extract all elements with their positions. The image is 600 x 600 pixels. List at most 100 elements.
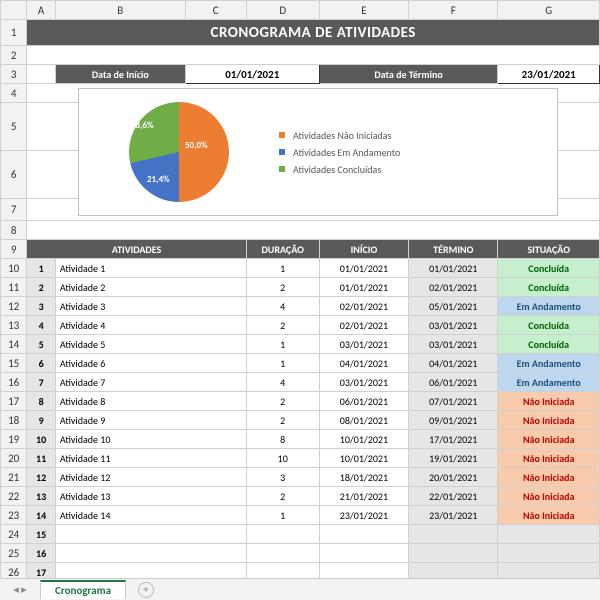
status-cell[interactable]: Não Iniciada — [498, 487, 600, 506]
row-header[interactable]: 15 — [1, 354, 27, 373]
activity-index[interactable]: 12 — [27, 468, 55, 487]
duration-cell[interactable]: 2 — [246, 316, 319, 335]
duration-cell[interactable]: 4 — [246, 373, 319, 392]
status-cell[interactable]: Concluída — [498, 316, 600, 335]
empty-cell[interactable] — [319, 525, 408, 544]
column-header[interactable]: E — [319, 1, 408, 20]
status-cell[interactable]: Não Iniciada — [498, 392, 600, 411]
start-cell[interactable]: 01/01/2021 — [319, 278, 408, 297]
row-header[interactable]: 12 — [1, 297, 27, 316]
end-cell[interactable]: 02/01/2021 — [409, 278, 498, 297]
duration-cell[interactable]: 2 — [246, 411, 319, 430]
start-cell[interactable]: 23/01/2021 — [319, 506, 408, 525]
table-row[interactable]: 112Atividade 2201/01/202102/01/2021Concl… — [1, 278, 600, 297]
row-header[interactable]: 25 — [1, 544, 27, 563]
start-cell[interactable]: 01/01/2021 — [319, 259, 408, 278]
end-cell[interactable]: 22/01/2021 — [409, 487, 498, 506]
pie-chart[interactable]: 50,0% 21,4% 28,6% Atividades Não Iniciad… — [78, 88, 558, 216]
end-cell[interactable]: 06/01/2021 — [409, 373, 498, 392]
end-cell[interactable]: 20/01/2021 — [409, 468, 498, 487]
row-header[interactable]: 7 — [1, 199, 27, 221]
table-row[interactable]: 189Atividade 9208/01/202109/01/2021Não I… — [1, 411, 600, 430]
start-cell[interactable]: 10/01/2021 — [319, 430, 408, 449]
end-cell[interactable]: 23/01/2021 — [409, 506, 498, 525]
start-cell[interactable]: 04/01/2021 — [319, 354, 408, 373]
row-header[interactable]: 16 — [1, 373, 27, 392]
activity-name[interactable]: Atividade 8 — [55, 392, 246, 411]
row-header[interactable]: 13 — [1, 316, 27, 335]
row-header[interactable]: 6 — [1, 151, 27, 199]
row-header[interactable]: 19 — [1, 430, 27, 449]
tab-nav-icon[interactable]: ◂ ▸ — [0, 583, 40, 596]
start-cell[interactable]: 21/01/2021 — [319, 487, 408, 506]
duration-cell[interactable]: 3 — [246, 468, 319, 487]
start-cell[interactable]: 03/01/2021 — [319, 335, 408, 354]
activity-name[interactable]: Atividade 14 — [55, 506, 246, 525]
activity-index[interactable]: 9 — [27, 411, 55, 430]
activity-name[interactable] — [55, 544, 246, 563]
row-header[interactable]: 18 — [1, 411, 27, 430]
table-row[interactable]: 1910Atividade 10810/01/202117/01/2021Não… — [1, 430, 600, 449]
start-cell[interactable]: 08/01/2021 — [319, 411, 408, 430]
row-header[interactable]: 9 — [1, 240, 27, 259]
activity-index[interactable]: 7 — [27, 373, 55, 392]
activity-name[interactable]: Atividade 7 — [55, 373, 246, 392]
empty-cell[interactable] — [319, 544, 408, 563]
start-cell[interactable]: 02/01/2021 — [319, 297, 408, 316]
duration-cell[interactable]: 1 — [246, 259, 319, 278]
end-cell[interactable]: 03/01/2021 — [409, 316, 498, 335]
table-row[interactable]: 2112Atividade 12318/01/202120/01/2021Não… — [1, 468, 600, 487]
column-header[interactable]: A — [27, 1, 55, 20]
duration-cell[interactable]: 2 — [246, 392, 319, 411]
activity-name[interactable]: Atividade 10 — [55, 430, 246, 449]
activity-name[interactable]: Atividade 9 — [55, 411, 246, 430]
status-cell[interactable]: Concluída — [498, 335, 600, 354]
column-header[interactable]: G — [498, 1, 600, 20]
end-cell[interactable]: 03/01/2021 — [409, 335, 498, 354]
status-cell[interactable] — [498, 525, 600, 544]
status-cell[interactable] — [498, 544, 600, 563]
column-header[interactable] — [1, 1, 27, 20]
start-cell[interactable]: 02/01/2021 — [319, 316, 408, 335]
duration-cell[interactable]: 4 — [246, 297, 319, 316]
status-cell[interactable]: Não Iniciada — [498, 430, 600, 449]
activity-name[interactable]: Atividade 6 — [55, 354, 246, 373]
end-cell[interactable]: 05/01/2021 — [409, 297, 498, 316]
end-cell[interactable]: 09/01/2021 — [409, 411, 498, 430]
empty-cell[interactable] — [246, 525, 319, 544]
activity-name[interactable]: Atividade 11 — [55, 449, 246, 468]
duration-cell[interactable]: 1 — [246, 335, 319, 354]
start-cell[interactable]: 06/01/2021 — [319, 392, 408, 411]
activity-index[interactable]: 5 — [27, 335, 55, 354]
row-header[interactable]: 17 — [1, 392, 27, 411]
activity-name[interactable] — [55, 525, 246, 544]
row-header[interactable]: 5 — [1, 103, 27, 151]
activity-index[interactable]: 2 — [27, 278, 55, 297]
status-cell[interactable]: Concluída — [498, 278, 600, 297]
column-header[interactable]: C — [185, 1, 246, 20]
table-row[interactable]: 178Atividade 8206/01/202107/01/2021Não I… — [1, 392, 600, 411]
table-row[interactable]: 156Atividade 6104/01/202104/01/2021Em An… — [1, 354, 600, 373]
table-row[interactable]: 101Atividade 1101/01/202101/01/2021Concl… — [1, 259, 600, 278]
end-cell[interactable]: 01/01/2021 — [409, 259, 498, 278]
row-header[interactable]: 10 — [1, 259, 27, 278]
end-cell[interactable]: 07/01/2021 — [409, 392, 498, 411]
start-cell[interactable]: 18/01/2021 — [319, 468, 408, 487]
row-header[interactable]: 20 — [1, 449, 27, 468]
row-header[interactable]: 14 — [1, 335, 27, 354]
end-cell[interactable]: 17/01/2021 — [409, 430, 498, 449]
end-date-value[interactable]: 23/01/2021 — [498, 65, 600, 84]
table-row[interactable]: 167Atividade 7403/01/202106/01/2021Em An… — [1, 373, 600, 392]
duration-cell[interactable]: 2 — [246, 487, 319, 506]
row-header[interactable]: 24 — [1, 525, 27, 544]
add-sheet-button[interactable]: + — [138, 582, 154, 598]
row-header[interactable]: 21 — [1, 468, 27, 487]
status-cell[interactable]: Não Iniciada — [498, 411, 600, 430]
activity-index[interactable]: 13 — [27, 487, 55, 506]
activity-name[interactable]: Atividade 3 — [55, 297, 246, 316]
start-date-value[interactable]: 01/01/2021 — [185, 65, 319, 84]
start-cell[interactable]: 10/01/2021 — [319, 449, 408, 468]
column-header[interactable]: B — [55, 1, 185, 20]
status-cell[interactable]: Não Iniciada — [498, 506, 600, 525]
activity-index[interactable]: 8 — [27, 392, 55, 411]
